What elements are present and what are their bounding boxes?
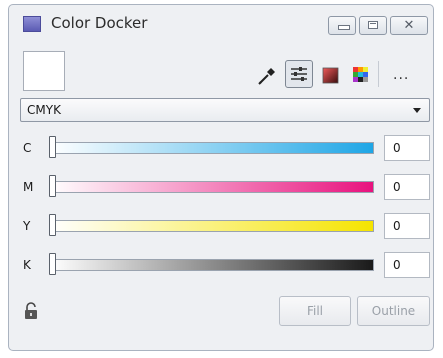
lock-button[interactable] bbox=[23, 302, 39, 320]
channel-value-input-k[interactable]: 0 bbox=[384, 252, 430, 278]
close-icon: ✕ bbox=[403, 18, 415, 33]
color-sliders-button[interactable] bbox=[285, 60, 313, 88]
maximize-button[interactable] bbox=[359, 16, 387, 35]
color-viewer-icon bbox=[322, 67, 339, 84]
color-swatch[interactable] bbox=[23, 51, 65, 91]
color-model-dropdown[interactable]: CMYK bbox=[20, 98, 430, 122]
color-palette-button[interactable] bbox=[349, 63, 373, 87]
channel-slider-track-c[interactable] bbox=[49, 142, 374, 154]
lock-icon bbox=[25, 302, 37, 319]
palette-grid-icon bbox=[353, 67, 368, 82]
close-button[interactable]: ✕ bbox=[390, 16, 428, 35]
outline-button[interactable]: Outline bbox=[357, 296, 430, 326]
channel-slider-track-k[interactable] bbox=[49, 259, 374, 271]
fill-button[interactable]: Fill bbox=[279, 296, 351, 326]
eyedropper-icon bbox=[258, 68, 275, 85]
channel-slider-handle-m[interactable] bbox=[49, 175, 56, 197]
channel-value-input-m[interactable]: 0 bbox=[384, 174, 430, 200]
channel-slider-track-m[interactable] bbox=[49, 181, 374, 193]
channel-row-k: K 0 bbox=[9, 250, 435, 280]
eyedropper-button[interactable] bbox=[255, 63, 279, 87]
window-title: Color Docker bbox=[51, 14, 148, 32]
channel-value-input-c[interactable]: 0 bbox=[384, 135, 430, 161]
channel-row-m: M 0 bbox=[9, 172, 435, 202]
channel-label-y: Y bbox=[23, 219, 31, 233]
color-docker-icon bbox=[23, 16, 41, 32]
minimize-icon bbox=[338, 25, 350, 30]
channel-slider-track-y[interactable] bbox=[49, 220, 374, 232]
channel-slider-handle-c[interactable] bbox=[49, 136, 56, 158]
channel-row-y: Y 0 bbox=[9, 211, 435, 241]
minimize-button[interactable] bbox=[328, 16, 356, 35]
color-viewer-button[interactable] bbox=[319, 63, 343, 87]
channel-label-k: K bbox=[23, 258, 31, 272]
title-bar: Color Docker ✕ bbox=[9, 5, 433, 39]
channel-slider-handle-k[interactable] bbox=[49, 253, 56, 275]
maximize-icon bbox=[368, 21, 378, 29]
channel-slider-handle-y[interactable] bbox=[49, 214, 56, 236]
channel-label-m: M bbox=[23, 180, 34, 194]
channel-row-c: C 0 bbox=[9, 133, 435, 163]
more-options-button[interactable]: ... bbox=[393, 67, 409, 83]
sliders-icon bbox=[291, 67, 307, 81]
toolbar-separator bbox=[378, 61, 379, 87]
chevron-down-icon bbox=[413, 108, 421, 113]
color-model-value: CMYK bbox=[27, 103, 61, 117]
color-docker-window: Color Docker ✕ ... CMYK C 0 M 0 Y 0 K 0 … bbox=[8, 4, 434, 351]
channel-value-input-y[interactable]: 0 bbox=[384, 213, 430, 239]
channel-label-c: C bbox=[23, 141, 32, 155]
